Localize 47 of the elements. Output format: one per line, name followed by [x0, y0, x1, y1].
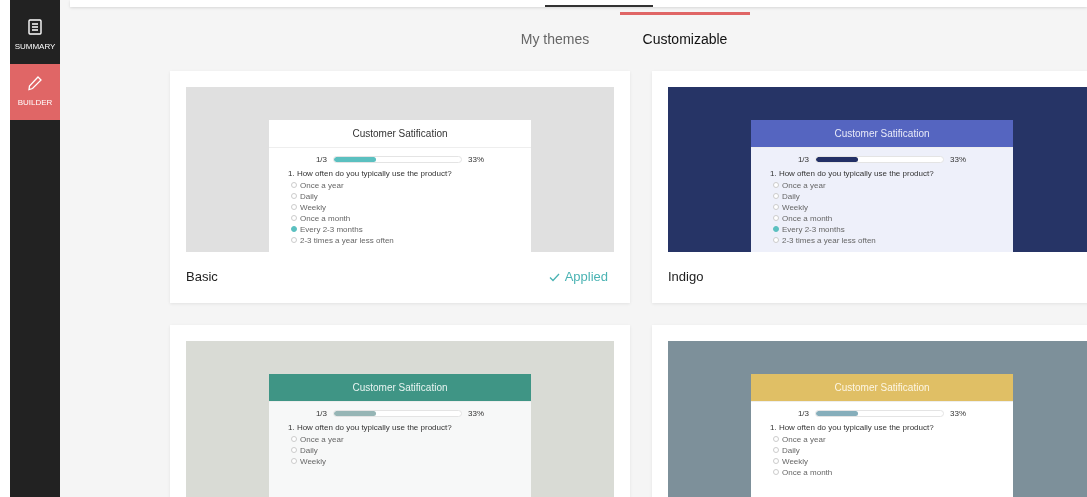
question-text: 1. How often do you typically use the product?: [770, 169, 935, 178]
option-label: Weekly: [782, 202, 809, 212]
theme-card[interactable]: Customer Satification 1/3 33% 1. How often do you typically use the product? Once a year Daily Weekly Once a month: [652, 325, 1087, 497]
pencil-icon: [27, 75, 43, 91]
option-label: Daily: [782, 191, 800, 201]
step-count: 1/3: [797, 155, 810, 164]
percent-label: 33%: [950, 155, 967, 164]
survey-title: Customer Satification: [834, 381, 930, 395]
option-label: Once a month: [782, 213, 833, 223]
percent-label: 33%: [468, 409, 485, 418]
percent-label: 33%: [468, 155, 485, 164]
option-label: 2-3 times a year less often: [300, 235, 394, 245]
survey-title: Customer Satification: [352, 381, 448, 395]
option-label: Once a year: [782, 434, 826, 444]
option-label: Once a year: [782, 180, 826, 190]
option-label: Every 2-3 months: [300, 224, 363, 234]
option-label: Weekly: [300, 456, 327, 466]
step-count: 1/3: [797, 409, 810, 418]
survey-title: Customer Satification: [352, 127, 448, 141]
percent-label: 33%: [950, 409, 967, 418]
theme-name: Basic: [186, 268, 218, 287]
option-label: Weekly: [782, 456, 809, 466]
theme-card[interactable]: Customer Satification 1/3 33% 1. How often do you typically use the product? Once a year Daily Weekly Once a month Every 2-3 months 2-3 times a year less often Basic Applied: [170, 71, 630, 303]
applied-label: Applied: [548, 267, 608, 287]
check-icon: [548, 272, 560, 282]
option-label: Daily: [300, 191, 318, 201]
step-count: 1/3: [315, 155, 328, 164]
option-label: Once a year: [300, 434, 344, 444]
document-icon: [28, 19, 42, 35]
theme-tab[interactable]: Customizable: [620, 12, 750, 52]
theme-tab[interactable]: My themes: [490, 12, 620, 52]
option-label: 2-3 times a year less often: [782, 235, 876, 245]
option-label: Weekly: [300, 202, 327, 212]
option-label: Daily: [782, 445, 800, 455]
option-label: Every 2-3 months: [782, 224, 845, 234]
option-label: Once a year: [300, 180, 344, 190]
question-text: 1. How often do you typically use the product?: [288, 169, 453, 178]
survey-title: Customer Satification: [834, 127, 930, 141]
option-label: Once a month: [782, 467, 833, 477]
theme-card[interactable]: Customer Satification 1/3 33% 1. How often do you typically use the product? Once a year Daily Weekly Once a month Every 2-3 months 2-3 times a year less often Indigo: [652, 71, 1087, 303]
option-label: Daily: [300, 445, 318, 455]
option-label: Once a month: [300, 213, 351, 223]
theme-name: Indigo: [668, 268, 704, 287]
theme-card[interactable]: Customer Satification 1/3 33% 1. How often do you typically use the product? Once a year Daily Weekly: [170, 325, 630, 497]
question-text: 1. How often do you typically use the product?: [288, 423, 453, 432]
step-count: 1/3: [315, 409, 328, 418]
question-text: 1. How often do you typically use the product?: [770, 423, 935, 432]
